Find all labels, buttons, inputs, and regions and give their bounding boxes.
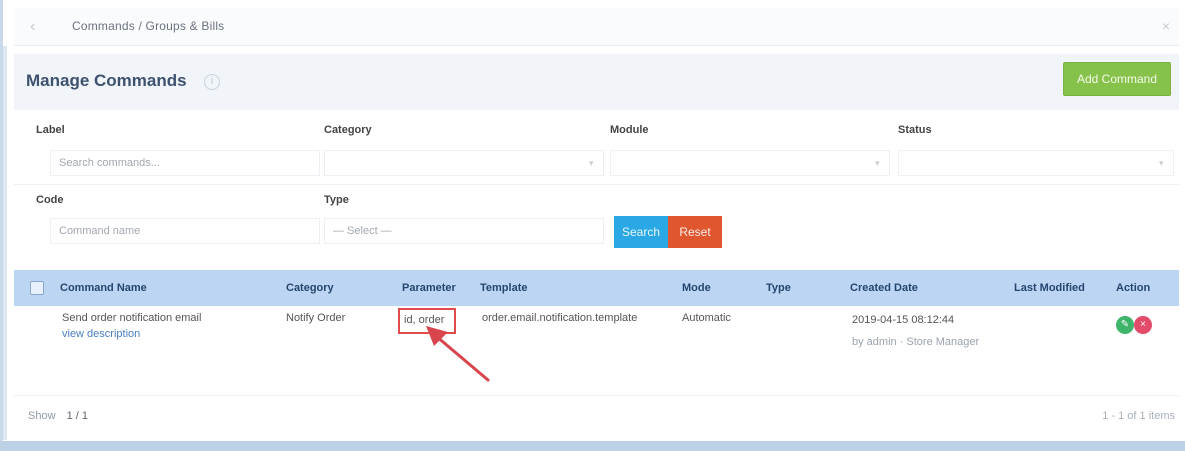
command-description-link[interactable]: view description <box>62 328 140 340</box>
col-mode[interactable]: Mode <box>682 282 711 294</box>
type-select[interactable]: — Select — <box>324 218 604 244</box>
chevron-down-icon: ▾ <box>1159 158 1164 168</box>
commands-table: Command Name Category Parameter Template… <box>14 270 1179 400</box>
search-input[interactable]: Search commands... <box>50 150 320 176</box>
page-header: Manage Commands i Add Command <box>14 54 1179 110</box>
col-category[interactable]: Category <box>286 282 334 294</box>
bottom-scrollbar[interactable] <box>0 441 1185 451</box>
pager-summary: 1 - 1 of 1 items <box>1102 410 1175 422</box>
top-bar: ‹ Commands / Groups & Bills × <box>14 8 1179 46</box>
page-indicator[interactable]: 1 / 1 <box>67 410 88 422</box>
created-by-cell: by admin · Store Manager <box>852 336 980 348</box>
add-command-button[interactable]: Add Command <box>1063 62 1171 96</box>
col-created-date[interactable]: Created Date <box>850 282 918 294</box>
info-icon[interactable]: i <box>204 74 220 90</box>
module-select[interactable]: ▾ <box>610 150 890 176</box>
delete-icon[interactable]: × <box>1134 316 1152 334</box>
edit-icon[interactable]: ✎ <box>1116 316 1134 334</box>
back-icon[interactable]: ‹ <box>30 18 56 36</box>
code-input[interactable]: Command name <box>50 218 320 244</box>
arrow-shaft <box>434 334 490 382</box>
select-all-checkbox[interactable] <box>30 281 44 295</box>
chevron-down-icon: ▾ <box>875 158 880 168</box>
divider <box>14 184 1179 185</box>
filter-label-code: Code <box>36 194 64 206</box>
search-button[interactable]: Search <box>614 216 668 248</box>
pager-left: Show 1 / 1 <box>28 410 88 422</box>
category-cell: Notify Order <box>286 312 346 324</box>
col-parameter[interactable]: Parameter <box>402 282 456 294</box>
filter-label-label: Label <box>36 124 65 136</box>
chevron-down-icon: ▾ <box>589 158 594 168</box>
col-template[interactable]: Template <box>480 282 527 294</box>
table-row: Send order notification email view descr… <box>14 306 1179 396</box>
breadcrumb: Commands / Groups & Bills <box>72 19 225 33</box>
col-command-name[interactable]: Command Name <box>60 282 147 294</box>
sidebar-scroll-track[interactable] <box>3 46 7 440</box>
page-title: Manage Commands <box>26 71 187 90</box>
col-type[interactable]: Type <box>766 282 791 294</box>
template-cell: order.email.notification.template <box>482 312 638 324</box>
col-last-modified[interactable]: Last Modified <box>1014 282 1085 294</box>
mode-cell: Automatic <box>682 312 731 324</box>
category-select[interactable]: ▾ <box>324 150 604 176</box>
page-size-label: Show <box>28 410 56 422</box>
filter-label-category: Category <box>324 124 372 136</box>
status-select[interactable]: ▾ <box>898 150 1174 176</box>
annotation-arrow <box>426 326 490 382</box>
filter-label-type: Type <box>324 194 349 206</box>
created-date-cell: 2019-04-15 08:12:44 <box>852 314 955 326</box>
command-name[interactable]: Send order notification email <box>62 312 201 324</box>
filter-panel: Label Category Module Status Search comm… <box>14 116 1179 256</box>
reset-button[interactable]: Reset <box>668 216 722 248</box>
filter-label-status: Status <box>898 124 932 136</box>
table-header: Command Name Category Parameter Template… <box>14 270 1179 306</box>
col-action: Action <box>1116 282 1151 294</box>
filter-label-module: Module <box>610 124 649 136</box>
close-icon[interactable]: × <box>1157 16 1175 36</box>
